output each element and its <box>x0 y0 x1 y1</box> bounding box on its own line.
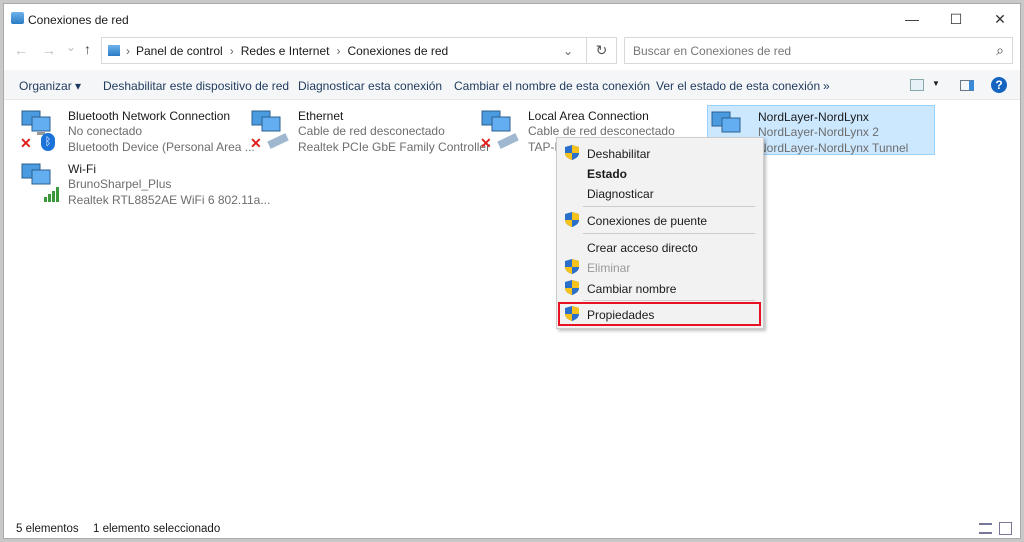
maximize-button[interactable]: ☐ <box>934 4 978 34</box>
disconnected-x-icon: ✕ <box>480 135 492 152</box>
connection-name: Local Area Connection <box>528 109 649 123</box>
bluetooth-icon: ᛒ <box>41 133 55 151</box>
network-folder-icon <box>11 12 24 24</box>
refresh-button[interactable]: ↻ <box>587 37 617 64</box>
menu-separator <box>583 233 755 234</box>
command-bar: Organizar ▾ Deshabilitar este dispositiv… <box>4 70 1020 100</box>
help-icon[interactable]: ? <box>991 77 1007 93</box>
change-view-icon[interactable] <box>910 79 924 91</box>
disable-device-button[interactable]: Deshabilitar este dispositivo de red <box>103 79 289 93</box>
rename-button[interactable]: Cambiar el nombre de esta conexión <box>454 79 650 93</box>
disconnected-x-icon: ✕ <box>250 135 262 152</box>
menu-item-bridge[interactable]: Conexiones de puente <box>587 214 707 228</box>
menu-item-rename[interactable]: Cambiar nombre <box>587 282 676 296</box>
menu-item-status[interactable]: Estado <box>587 167 627 181</box>
uac-shield-icon <box>565 280 579 295</box>
breadcrumb-separator: › <box>336 44 340 58</box>
connection-device: Realtek PCIe GbE Family Controller <box>298 140 490 154</box>
connection-status: NordLayer-NordLynx 2 <box>758 125 879 139</box>
breadcrumb-conexiones-de-red[interactable]: Conexiones de red <box>347 44 448 58</box>
connection-name: NordLayer-NordLynx <box>758 110 869 124</box>
connection-name: Bluetooth Network Connection <box>68 109 230 123</box>
wifi-signal-icon <box>44 186 62 205</box>
connection-name: Ethernet <box>298 109 343 123</box>
breadcrumb-redes-e-internet[interactable]: Redes e Internet <box>241 44 330 58</box>
breadcrumb-separator: › <box>230 44 234 58</box>
more-commands-button[interactable]: » <box>823 79 830 93</box>
uac-shield-icon <box>565 212 579 227</box>
computer-network-icon <box>710 110 742 140</box>
status-selected-count: 1 elemento seleccionado <box>93 523 220 535</box>
diagnose-button[interactable]: Diagnosticar esta conexión <box>298 79 442 93</box>
view-dropdown-icon[interactable]: ▼ <box>932 79 940 88</box>
network-connections-window: Conexiones de red — ☐ ✕ ← → ⌄ ↑ › Panel … <box>3 3 1021 539</box>
details-view-icon[interactable] <box>979 523 992 534</box>
address-bar[interactable]: › Panel de control › Redes e Internet › … <box>101 37 587 64</box>
address-dropdown-button[interactable]: ⌄ <box>563 44 573 58</box>
up-button[interactable]: ↑ <box>84 41 91 57</box>
large-icons-view-icon[interactable] <box>999 522 1012 535</box>
window-title: Conexiones de red <box>28 13 129 27</box>
menu-item-delete: Eliminar <box>587 261 630 275</box>
organize-menu[interactable]: Organizar ▾ <box>19 79 81 93</box>
connection-device: Bluetooth Device (Personal Area ... <box>68 140 255 154</box>
menu-item-shortcut[interactable]: Crear acceso directo <box>587 241 698 255</box>
menu-item-diagnose[interactable]: Diagnosticar <box>587 187 654 201</box>
minimize-button[interactable]: — <box>890 4 934 34</box>
context-menu: Deshabilitar Estado Diagnosticar Conexio… <box>556 137 764 329</box>
uac-shield-icon <box>565 259 579 274</box>
connection-name: Wi-Fi <box>68 162 96 176</box>
menu-item-disable[interactable]: Deshabilitar <box>587 147 650 161</box>
connection-status: BrunoSharpel_Plus <box>68 177 171 191</box>
view-status-button[interactable]: Ver el estado de esta conexión <box>656 79 820 93</box>
connection-bluetooth[interactable]: ✕ ᛒ Bluetooth Network Connection No cone… <box>18 105 246 155</box>
connection-status: Cable de red desconectado <box>298 124 445 138</box>
connection-status: No conectado <box>68 124 142 138</box>
menu-separator <box>583 300 755 301</box>
network-icon <box>108 45 120 56</box>
connection-status: Cable de red desconectado <box>528 124 675 138</box>
connection-device: NordLayer-NordLynx Tunnel <box>758 141 908 155</box>
connection-wifi[interactable]: Wi-Fi BrunoSharpel_Plus Realtek RTL8852A… <box>18 158 246 208</box>
preview-pane-icon[interactable] <box>960 80 974 91</box>
uac-shield-icon <box>565 145 579 160</box>
status-item-count: 5 elementos <box>16 523 79 535</box>
uac-shield-icon <box>565 306 579 321</box>
menu-item-properties[interactable]: Propiedades <box>587 308 654 322</box>
breadcrumb-separator: › <box>126 44 130 58</box>
breadcrumb-panel-de-control[interactable]: Panel de control <box>136 44 223 58</box>
search-placeholder: Buscar en Conexiones de red <box>633 44 791 58</box>
recent-locations-button[interactable]: ⌄ <box>66 40 76 54</box>
search-icon: ⌕ <box>996 42 1004 59</box>
search-input[interactable]: Buscar en Conexiones de red ⌕ <box>624 37 1013 64</box>
forward-button[interactable]: → <box>42 42 56 58</box>
connection-device: Realtek RTL8852AE WiFi 6 802.11a... <box>68 193 270 207</box>
menu-separator <box>583 206 755 207</box>
connection-ethernet[interactable]: ✕ Ethernet Cable de red desconectado Rea… <box>248 105 476 155</box>
close-button[interactable]: ✕ <box>978 4 1022 34</box>
back-button[interactable]: ← <box>14 42 28 58</box>
disconnected-x-icon: ✕ <box>20 135 32 152</box>
